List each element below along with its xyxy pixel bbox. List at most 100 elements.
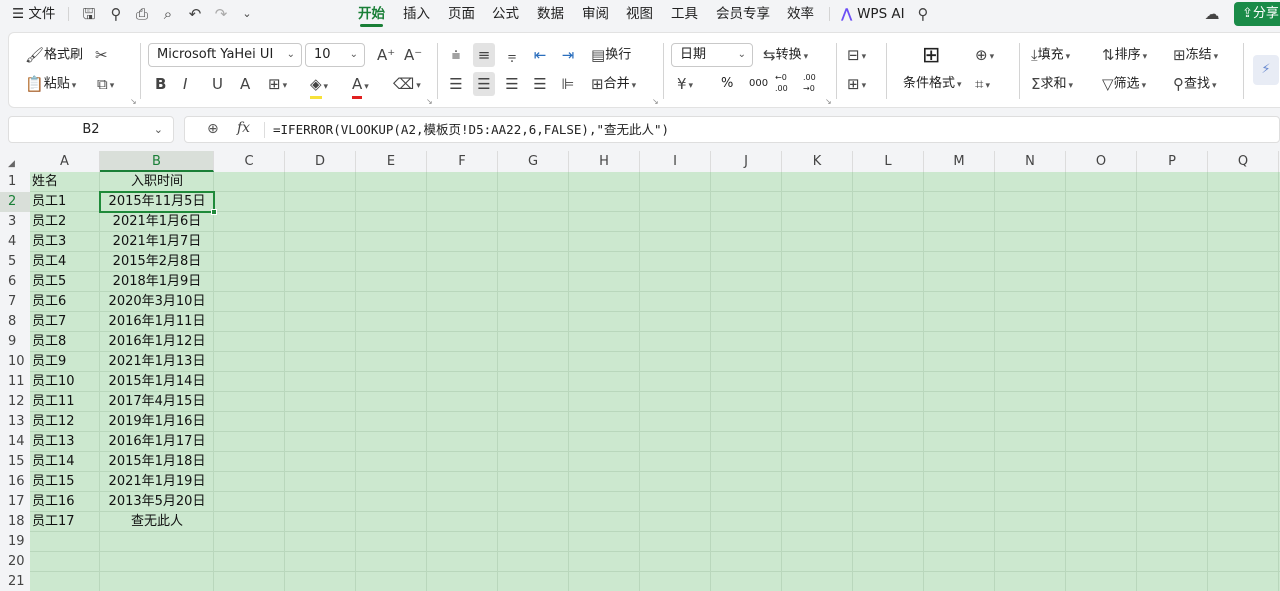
row-header-7[interactable]: 7 [0, 292, 30, 312]
column-header-h[interactable]: H [569, 151, 640, 172]
row-header-13[interactable]: 13 [0, 412, 30, 432]
cell-name[interactable]: 员工1 [30, 192, 100, 212]
row-header-8[interactable]: 8 [0, 312, 30, 332]
cell-name[interactable]: 员工17 [30, 512, 100, 532]
formula-input[interactable]: =IFERROR(VLOOKUP(A2,模板页!D5:AA22,6,FALSE)… [273, 117, 669, 142]
format-button[interactable]: ⊕ ▾ [975, 43, 994, 67]
decrease-font-button[interactable]: A⁻ [404, 43, 422, 67]
sort-button[interactable]: ⇅排序 ▾ [1102, 43, 1147, 67]
tab-page[interactable]: 页面 [448, 0, 475, 28]
cell-name[interactable]: 员工15 [30, 472, 100, 492]
row-header-10[interactable]: 10 [0, 352, 30, 372]
save-icon[interactable]: 🖫 [79, 4, 99, 24]
cut-button[interactable]: ✂ [95, 43, 108, 67]
cell-name[interactable]: 员工11 [30, 392, 100, 412]
row-header-19[interactable]: 19 [0, 532, 30, 552]
cell-name[interactable]: 员工6 [30, 292, 100, 312]
share-link-icon[interactable]: ⚲ [106, 4, 126, 24]
tab-insert[interactable]: 插入 [403, 0, 430, 28]
cell-name[interactable]: 姓名 [30, 172, 100, 192]
row-header-11[interactable]: 11 [0, 372, 30, 392]
font-launcher-icon[interactable]: ↘ [426, 97, 433, 106]
conditional-format-button[interactable]: 条件格式 ▾ [903, 72, 962, 96]
row-header-18[interactable]: 18 [0, 512, 30, 532]
print-icon[interactable]: ⎙ [132, 4, 152, 24]
row-header-12[interactable]: 12 [0, 392, 30, 412]
cell-name[interactable]: 员工9 [30, 352, 100, 372]
convert-button[interactable]: ⇆转换 ▾ [763, 43, 808, 67]
cell-name[interactable]: 员工12 [30, 412, 100, 432]
bold-button[interactable]: B [155, 72, 166, 96]
row-header-6[interactable]: 6 [0, 272, 30, 292]
table-style-button[interactable]: ⊞ ▾ [847, 72, 866, 96]
spreadsheet-grid[interactable]: ABCDEFGHIJKLMNOPQ ◢ 1 2 3 4 5 6 7 8 9 10 11 12 13 14 1… [0, 151, 1280, 591]
increase-decimal-button[interactable]: ←0 .00 [775, 72, 797, 96]
column-header-c[interactable]: C [214, 151, 285, 172]
column-header-a[interactable]: A [30, 151, 100, 172]
align-left-button[interactable]: ☰ [445, 72, 467, 96]
cell-hire-date[interactable]: 2016年1月17日 [100, 432, 214, 452]
cell-hire-date[interactable]: 查无此人 [100, 512, 214, 532]
column-header-e[interactable]: E [356, 151, 427, 172]
tab-tools[interactable]: 工具 [671, 0, 698, 28]
column-header-p[interactable]: P [1137, 151, 1208, 172]
row-header-17[interactable]: 17 [0, 492, 30, 512]
cell-name[interactable]: 员工13 [30, 432, 100, 452]
column-header-j[interactable]: J [711, 151, 782, 172]
tab-efficiency[interactable]: 效率 [787, 0, 814, 28]
column-header-g[interactable]: G [498, 151, 569, 172]
row-header-3[interactable]: 3 [0, 212, 30, 232]
cell-style-button[interactable]: ⊟ ▾ [847, 43, 866, 67]
share-button[interactable]: ⇪分享 [1234, 2, 1280, 26]
border-button[interactable]: ⊞ ▾ [268, 72, 287, 96]
fill-handle[interactable] [211, 209, 217, 215]
cell-name[interactable]: 员工8 [30, 332, 100, 352]
tab-review[interactable]: 审阅 [582, 0, 609, 28]
align-middle-button[interactable]: ≡ [473, 43, 495, 67]
align-bottom-button[interactable]: ⩦ [501, 43, 523, 67]
paste-button[interactable]: 📋粘贴 ▾ [25, 72, 76, 96]
cloud-icon[interactable]: ☁ [1202, 4, 1222, 24]
chevron-down-icon[interactable]: ⌄ [237, 4, 257, 24]
cell-hire-date[interactable]: 2018年1月9日 [100, 272, 214, 292]
wps-ai-button[interactable]: ⋀ WPS AI [841, 0, 905, 28]
column-header-i[interactable]: I [640, 151, 711, 172]
column-header-n[interactable]: N [995, 151, 1066, 172]
row-header-1[interactable]: 1 [0, 172, 30, 192]
tab-data[interactable]: 数据 [537, 0, 564, 28]
align-top-button[interactable]: ⩧ [445, 43, 467, 67]
print-preview-icon[interactable]: ⌕ [158, 4, 178, 24]
redo-icon[interactable]: ↷ [211, 4, 231, 24]
cell-name[interactable]: 员工3 [30, 232, 100, 252]
tab-view[interactable]: 视图 [626, 0, 653, 28]
decrease-decimal-button[interactable]: .00 →0 [803, 72, 825, 96]
column-header-o[interactable]: O [1066, 151, 1137, 172]
search-icon[interactable]: ⚲ [913, 4, 933, 24]
ai-assistant-icon[interactable]: ⚡ [1253, 55, 1279, 85]
cell-name[interactable]: 员工5 [30, 272, 100, 292]
cell-hire-date[interactable]: 2021年1月7日 [100, 232, 214, 252]
tab-home[interactable]: 开始 [358, 0, 385, 28]
sum-button[interactable]: Σ求和 ▾ [1031, 72, 1073, 96]
strikethrough-button[interactable]: A [240, 72, 250, 96]
italic-button[interactable]: I [183, 72, 187, 96]
cell-hire-date[interactable]: 2016年1月11日 [100, 312, 214, 332]
cell-hire-date[interactable]: 2017年4月15日 [100, 392, 214, 412]
crop-button[interactable]: ⌗ ▾ [975, 72, 990, 96]
zoom-icon[interactable]: ⊕ [207, 121, 219, 137]
percent-button[interactable]: % [721, 72, 733, 96]
row-header-2[interactable]: 2 [0, 192, 30, 212]
column-header-f[interactable]: F [427, 151, 498, 172]
format-painter-button[interactable]: 🖌格式刷 [25, 43, 83, 67]
merge-button[interactable]: ⊞合并 ▾ [591, 72, 636, 96]
distributed-button[interactable]: ⊫ [557, 72, 579, 96]
cell-hire-date[interactable]: 2021年1月13日 [100, 352, 214, 372]
conditional-format-icon[interactable]: ⊞ [922, 41, 940, 71]
thousand-separator-button[interactable]: 000 [749, 72, 768, 96]
fill-color-button[interactable]: ◈ ▾ [310, 72, 328, 99]
cell-hire-date[interactable]: 2021年1月19日 [100, 472, 214, 492]
underline-button[interactable]: U [212, 72, 223, 96]
justify-button[interactable]: ☰ [529, 72, 551, 96]
tab-formulas[interactable]: 公式 [492, 0, 519, 28]
column-header-d[interactable]: D [285, 151, 356, 172]
